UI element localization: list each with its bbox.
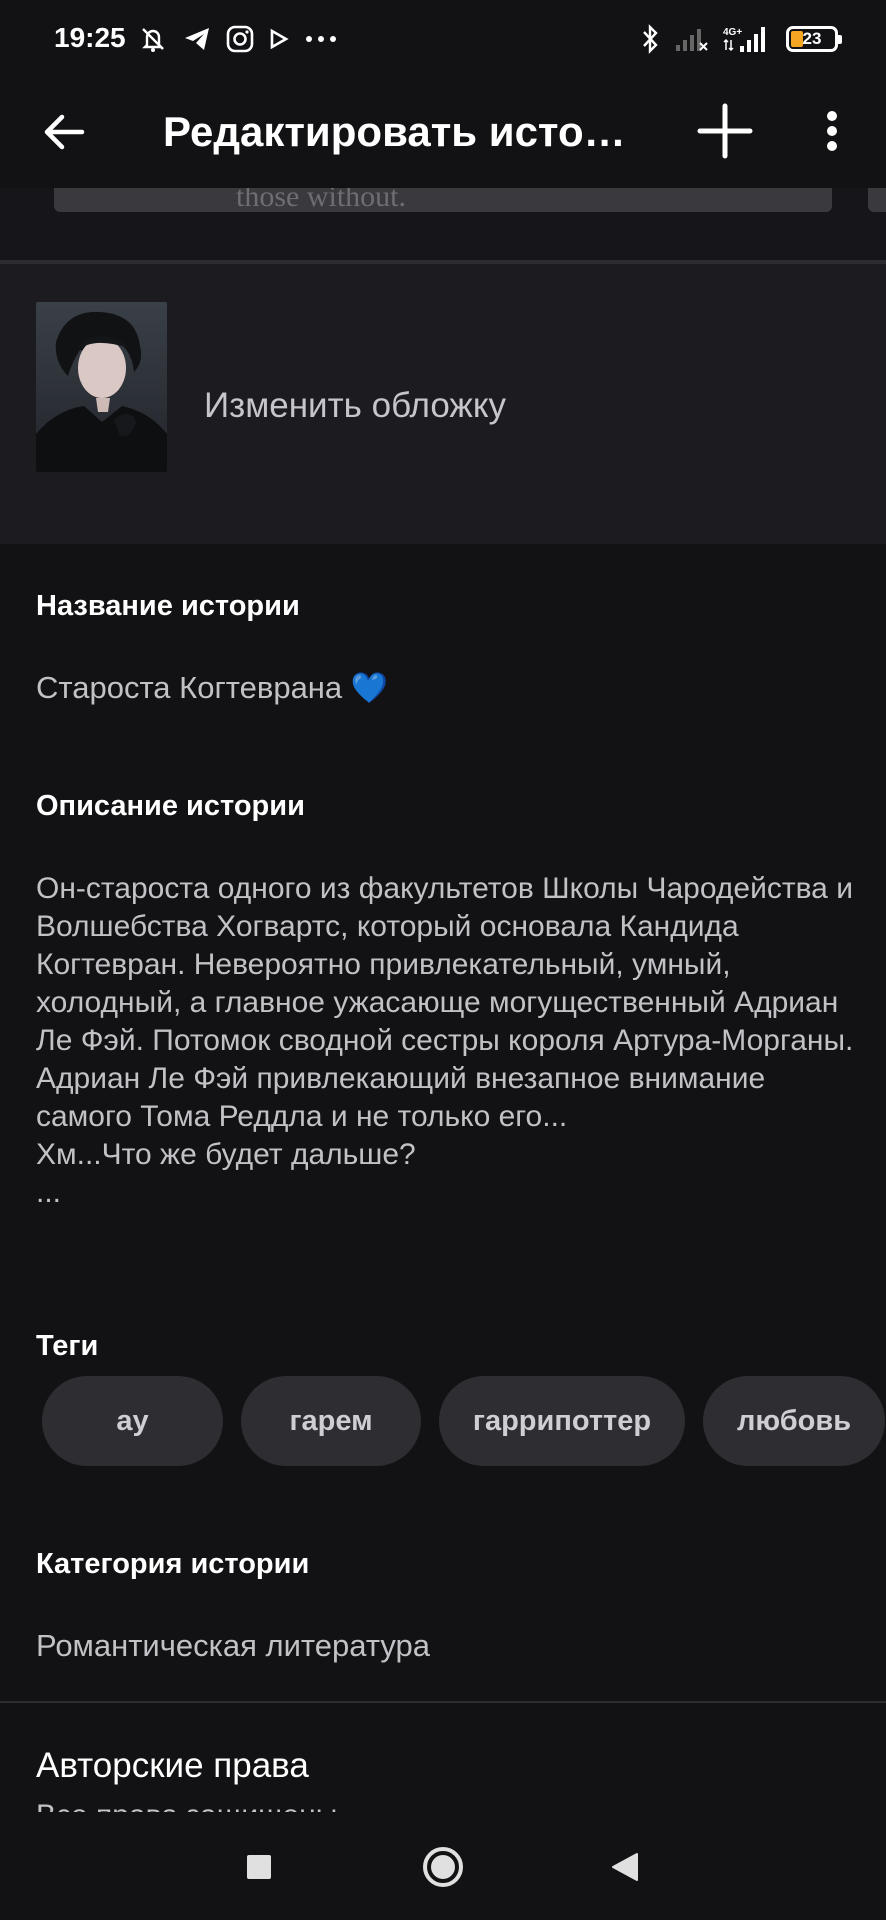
network-label: 4G+ [723, 27, 742, 38]
more-vert-icon [827, 111, 837, 151]
bluetooth-icon [640, 24, 660, 54]
page-title: Редактировать историю [163, 108, 633, 155]
story-title-field[interactable]: Староста Когтеврана 💙 [36, 670, 388, 706]
system-nav-bar [0, 1812, 886, 1920]
tag-chip[interactable]: гаррипоттер [439, 1376, 685, 1466]
story-title-value: Староста Когтеврана [36, 670, 343, 705]
telegram-icon [182, 24, 212, 54]
cover-image[interactable] [36, 302, 167, 472]
home-button[interactable] [408, 1832, 478, 1902]
blue-heart-emoji: 💙 [350, 672, 389, 705]
instagram-icon [226, 24, 254, 54]
home-circle-icon [423, 1847, 463, 1887]
status-icons-right: 4G+ 23 [640, 22, 842, 56]
back-nav-button[interactable] [590, 1832, 660, 1902]
battery-fill [791, 31, 803, 47]
story-description-label: Описание истории [36, 790, 305, 822]
play-icon [268, 24, 290, 54]
story-description-value[interactable]: Он-староста одного из факультетов Школы … [36, 870, 856, 1212]
battery-icon: 23 [786, 26, 842, 52]
add-button[interactable] [690, 96, 760, 166]
more-dots-icon [304, 24, 338, 54]
status-time: 19:25 [54, 22, 126, 53]
divider [0, 260, 886, 264]
signal-4g-icon: 4G+ [722, 24, 772, 54]
tag-chip[interactable]: гарем [241, 1376, 421, 1466]
plus-icon [697, 103, 753, 159]
tags-label: Теги [36, 1330, 99, 1362]
change-cover-label[interactable]: Изменить обложку [204, 386, 506, 426]
screen: 19:25 4G+ 23 Редактировать историю those… [0, 0, 886, 1920]
status-icons-left [138, 22, 338, 56]
divider [0, 1701, 886, 1703]
app-bar: Редактировать историю [0, 78, 886, 188]
tag-chip[interactable]: любовь [703, 1376, 885, 1466]
back-button[interactable] [32, 100, 96, 164]
tags-row: ау гарем гаррипоттер любовь [42, 1376, 885, 1466]
category-label: Категория истории [36, 1548, 310, 1580]
signal-icon [674, 24, 708, 54]
category-value[interactable]: Романтическая литература [36, 1628, 430, 1664]
tag-chip[interactable]: ау [42, 1376, 223, 1466]
status-bar: 19:25 4G+ 23 [0, 0, 886, 78]
back-triangle-icon [612, 1853, 638, 1881]
copyright-label[interactable]: Авторские права [36, 1746, 309, 1786]
arrow-left-icon [44, 114, 85, 150]
more-options-button[interactable] [804, 96, 860, 166]
battery-level: 23 [802, 29, 822, 48]
recents-square-icon [247, 1855, 271, 1879]
previous-parts-strip: those without. [0, 148, 886, 262]
mute-icon [138, 24, 168, 54]
recents-button[interactable] [224, 1832, 294, 1902]
cover-section[interactable]: Изменить обложку [0, 264, 886, 544]
story-title-label: Название истории [36, 590, 300, 622]
